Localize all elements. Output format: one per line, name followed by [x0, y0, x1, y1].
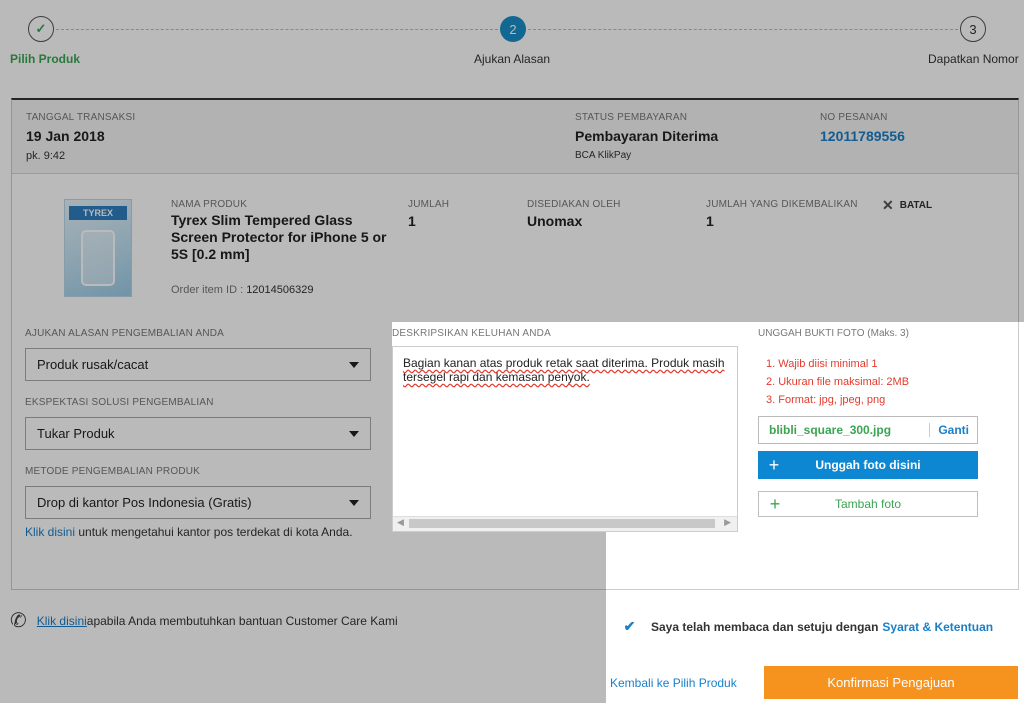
- transaction-time: pk. 9:42: [26, 150, 66, 162]
- horizontal-scrollbar[interactable]: ◀ ▶: [393, 516, 737, 531]
- upload-rule: 2. Ukuran file maksimal: 2MB: [766, 376, 910, 388]
- upload-rule: 1. Wajib diisi minimal 1: [766, 358, 878, 370]
- agree-text: Saya telah membaca dan setuju dengan: [651, 619, 879, 634]
- upload-photo-label: UNGGAH BUKTI FOTO: [758, 328, 865, 339]
- post-office-text: untuk mengetahui kantor pos terdekat di …: [75, 525, 353, 539]
- chevron-down-icon: [349, 499, 359, 506]
- quantity-label: JUMLAH: [408, 199, 450, 210]
- complaint-description-label: DESKRIPSIKAN KELUHAN ANDA: [392, 328, 551, 339]
- return-quantity-value: 1: [706, 213, 714, 229]
- order-number-label: NO PESANAN: [820, 112, 888, 123]
- product-image: TYREX: [64, 199, 132, 297]
- step-connector: [56, 29, 498, 30]
- transaction-date: 19 Jan 2018: [26, 128, 105, 144]
- product-brand-logo: TYREX: [69, 206, 127, 220]
- product-name-label: NAMA PRODUK: [171, 199, 248, 210]
- return-solution-value: Tukar Produk: [37, 426, 115, 441]
- confirm-submission-button[interactable]: Konfirmasi Pengajuan: [764, 666, 1018, 699]
- customer-care-hint: ✆ Klik disini apabila Anda membutuhkan b…: [10, 608, 398, 633]
- scrollbar-thumb[interactable]: [409, 519, 715, 528]
- customer-care-text: apabila Anda membutuhkan bantuan Custome…: [86, 613, 398, 628]
- phone-icon: ✆: [10, 610, 27, 632]
- transaction-date-label: TANGGAL TRANSAKSI: [26, 112, 136, 123]
- cancel-label: BATAL: [899, 200, 933, 211]
- upload-photo-button-label: Unggah foto disini: [815, 458, 921, 472]
- complaint-description-text: Bagian kanan atas produk retak saat dite…: [403, 356, 725, 384]
- payment-status: Pembayaran Diterima: [575, 128, 719, 144]
- confirm-submission-label: Konfirmasi Pengajuan: [827, 675, 955, 690]
- step-connector: [528, 29, 958, 30]
- chevron-down-icon: [349, 361, 359, 368]
- uploaded-file-name: blibli_square_300.jpg: [769, 423, 892, 437]
- agree-checkbox[interactable]: ✔: [622, 618, 637, 634]
- scroll-right-icon[interactable]: ▶: [724, 517, 731, 528]
- product-name: Tyrex Slim Tempered Glass Screen Protect…: [171, 212, 387, 262]
- seller-name: Unomax: [527, 213, 583, 229]
- step-1-check-icon: ✓: [28, 16, 54, 42]
- return-method-label: METODE PENGEMBALIAN PRODUK: [25, 466, 201, 477]
- return-solution-select[interactable]: Tukar Produk: [25, 417, 371, 450]
- cancel-button[interactable]: ✕ BATAL: [882, 197, 932, 214]
- seller-label: DISEDIAKAN OLEH: [527, 199, 621, 210]
- step-3-indicator: 3: [960, 16, 986, 42]
- upload-rule: 3. Format: jpg, jpeg, png: [766, 394, 886, 406]
- divider: [12, 173, 1018, 174]
- complaint-description-textarea[interactable]: Bagian kanan atas produk retak saat dite…: [392, 346, 738, 532]
- return-method-select[interactable]: Drop di kantor Pos Indonesia (Gratis): [25, 486, 371, 519]
- return-quantity-label: JUMLAH YANG DIKEMBALIKAN: [706, 199, 858, 210]
- step-3-label: Dapatkan Nomor: [928, 52, 1019, 66]
- upload-photo-note: (Maks. 3): [867, 328, 909, 339]
- order-item-id-value: 12014506329: [246, 284, 314, 296]
- upload-photo-button[interactable]: + Unggah foto disini: [758, 451, 978, 479]
- payment-status-label: STATUS PEMBAYARAN: [575, 112, 688, 123]
- return-solution-label: EKSPEKTASI SOLUSI PENGEMBALIAN: [25, 397, 214, 408]
- order-number-link[interactable]: 12011789556: [820, 128, 905, 144]
- order-item-id-label: Order item ID :: [171, 284, 244, 296]
- upload-photo-header: UNGGAH BUKTI FOTO (Maks. 3): [758, 328, 909, 339]
- back-to-select-product-link[interactable]: Kembali ke Pilih Produk: [610, 676, 737, 690]
- post-office-link[interactable]: Klik disini: [25, 525, 75, 539]
- step-2-indicator: 2: [500, 16, 526, 42]
- step-1-label[interactable]: Pilih Produk: [10, 52, 80, 66]
- terms-agreement: ✔ Saya telah membaca dan setuju dengan S…: [622, 618, 994, 634]
- close-icon: ✕: [882, 197, 894, 213]
- plus-icon: +: [769, 494, 781, 514]
- phone-outline-icon: [81, 230, 115, 286]
- return-reason-label: AJUKAN ALASAN PENGEMBALIAN ANDA: [25, 328, 225, 339]
- scroll-left-icon[interactable]: ◀: [397, 517, 404, 528]
- add-photo-button[interactable]: + Tambah foto: [758, 491, 978, 517]
- plus-icon: +: [768, 455, 780, 475]
- return-reason-select[interactable]: Produk rusak/cacat: [25, 348, 371, 381]
- return-method-value: Drop di kantor Pos Indonesia (Gratis): [37, 495, 252, 510]
- uploaded-file-field: blibli_square_300.jpg Ganti: [758, 416, 978, 444]
- order-item-id: Order item ID : 12014506329: [171, 284, 313, 296]
- post-office-hint: Klik disini untuk mengetahui kantor pos …: [25, 523, 355, 541]
- customer-care-link[interactable]: Klik disini: [37, 614, 87, 628]
- payment-method: BCA KlikPay: [575, 150, 632, 161]
- return-reason-value: Produk rusak/cacat: [37, 357, 149, 372]
- quantity-value: 1: [408, 213, 416, 229]
- terms-link[interactable]: Syarat & Ketentuan: [882, 620, 993, 634]
- upload-rules: 1. Wajib diisi minimal 1 2. Ukuran file …: [766, 355, 909, 409]
- change-file-button[interactable]: Ganti: [929, 423, 977, 437]
- chevron-down-icon: [349, 430, 359, 437]
- add-photo-button-label: Tambah foto: [834, 497, 902, 511]
- step-2-label: Ajukan Alasan: [474, 52, 551, 66]
